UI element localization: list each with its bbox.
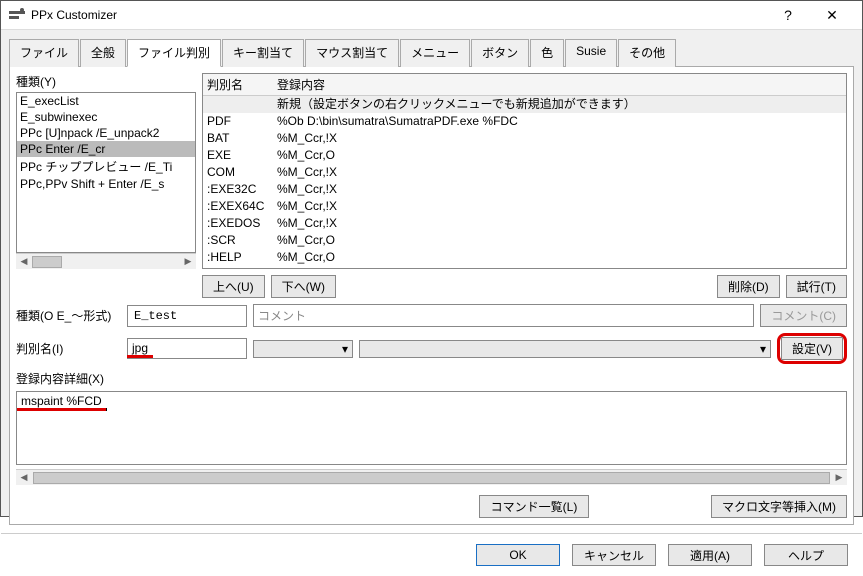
grid-header-name: 判別名 — [207, 76, 277, 93]
grid-row[interactable]: .%M_Ccr,!V — [203, 266, 846, 269]
tab-3[interactable]: キー割当て — [222, 39, 304, 67]
command-list-button[interactable]: コマンド一覧(L) — [479, 495, 589, 518]
window-title: PPx Customizer — [31, 8, 766, 22]
grid-row[interactable]: BAT%M_Ccr,!X — [203, 130, 846, 147]
comment-input[interactable]: コメント — [253, 304, 754, 327]
ok-button[interactable]: OK — [476, 544, 560, 566]
grid-row[interactable]: :EXE32C%M_Ccr,!X — [203, 181, 846, 198]
setting-button[interactable]: 設定(V) — [781, 337, 843, 360]
grid-row[interactable]: :EXEDOS%M_Ccr,!X — [203, 215, 846, 232]
list-item[interactable]: PPc [U]npack /E_unpack2 — [17, 125, 195, 141]
grid-row[interactable]: :SCR%M_Ccr,O — [203, 232, 846, 249]
chevron-down-icon: ▾ — [342, 342, 348, 356]
comment-button: コメント(C) — [760, 304, 847, 327]
grid-row[interactable]: :EXEX64C%M_Ccr,!X — [203, 198, 846, 215]
list-item[interactable]: PPc Enter /E_cr — [17, 141, 195, 157]
list-item[interactable]: PPc,PPv Shift + Enter /E_s — [17, 176, 195, 192]
kind-field-label: 種類(O E_～形式) — [16, 307, 121, 324]
macro-insert-button[interactable]: マクロ文字等挿入(M) — [711, 495, 847, 518]
grid-row[interactable]: PDF%Ob D:\bin\sumatra\SumatraPDF.exe %FD… — [203, 113, 846, 130]
kind-list-label: 種類(Y) — [16, 73, 196, 90]
list-item[interactable]: E_execList — [17, 93, 195, 109]
definition-grid[interactable]: 判別名 登録内容 新規（設定ボタンの右クリックメニューでも新規追加ができます）P… — [202, 73, 847, 269]
apply-button: 適用(A) — [668, 544, 752, 566]
grid-header: 判別名 登録内容 — [203, 74, 846, 96]
tab-0[interactable]: ファイル — [9, 39, 79, 67]
tab-1[interactable]: 全般 — [80, 39, 126, 67]
tab-8[interactable]: Susie — [565, 39, 617, 67]
tab-6[interactable]: ボタン — [471, 39, 529, 67]
grid-row[interactable]: COM%M_Ccr,!X — [203, 164, 846, 181]
tab-5[interactable]: メニュー — [400, 39, 470, 67]
tab-4[interactable]: マウス割当て — [305, 39, 399, 67]
app-icon — [9, 7, 25, 23]
up-button[interactable]: 上へ(U) — [202, 275, 265, 298]
name-input[interactable]: jpg — [127, 338, 247, 359]
type-dropdown[interactable]: ▾ — [253, 340, 353, 358]
value-dropdown[interactable]: ▾ — [359, 340, 771, 358]
grid-row[interactable]: :HELP%M_Ccr,O — [203, 249, 846, 266]
kind-input[interactable] — [127, 305, 247, 327]
tab-2[interactable]: ファイル判別 — [127, 39, 221, 67]
grid-header-value: 登録内容 — [277, 76, 325, 93]
detail-field-label: 登録内容詳細(X) — [16, 370, 104, 387]
kind-listbox[interactable]: E_execListE_subwinexecPPc [U]npack /E_un… — [16, 92, 196, 253]
list-item[interactable]: E_subwinexec — [17, 109, 195, 125]
tab-7[interactable]: 色 — [530, 39, 564, 67]
down-button[interactable]: 下へ(W) — [271, 275, 336, 298]
left-list-hscrollbar[interactable]: ◀▶ — [16, 253, 196, 269]
chevron-down-icon: ▾ — [760, 342, 766, 356]
grid-row[interactable]: 新規（設定ボタンの右クリックメニューでも新規追加ができます） — [203, 96, 846, 113]
tab-strip: ファイル全般ファイル判別キー割当てマウス割当てメニューボタン色Susieその他 — [1, 30, 862, 66]
tab-9[interactable]: その他 — [618, 39, 676, 67]
dialog-button-bar: OK キャンセル 適用(A) ヘルプ — [1, 533, 862, 576]
detail-textarea[interactable]: mspaint %FCD — [16, 391, 847, 465]
test-button[interactable]: 試行(T) — [786, 275, 847, 298]
list-item[interactable]: PPc チッププレビュー /E_Ti — [17, 157, 195, 176]
titlebar: PPx Customizer ? ✕ — [1, 1, 862, 30]
help-button[interactable]: ? — [766, 1, 810, 29]
grid-row[interactable]: EXE%M_Ccr,O — [203, 147, 846, 164]
textarea-hscrollbar[interactable]: ◀▶ — [16, 469, 847, 485]
delete-button[interactable]: 削除(D) — [717, 275, 780, 298]
name-field-label: 判別名(I) — [16, 340, 121, 357]
help-button-bottom[interactable]: ヘルプ — [764, 544, 848, 566]
cancel-button[interactable]: キャンセル — [572, 544, 656, 566]
close-button[interactable]: ✕ — [810, 1, 854, 29]
